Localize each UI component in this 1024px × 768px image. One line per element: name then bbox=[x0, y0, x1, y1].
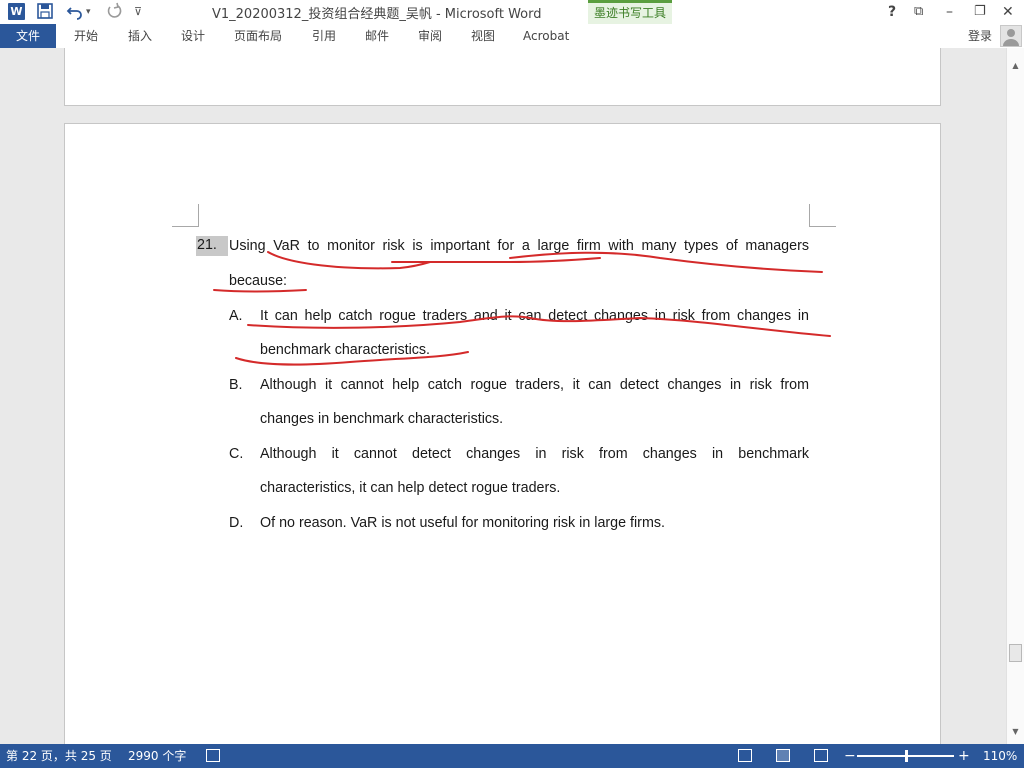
word-app-icon[interactable]: W bbox=[8, 3, 25, 20]
question-text-line: because: bbox=[229, 273, 288, 289]
tab-home[interactable]: 开始 bbox=[74, 24, 98, 48]
margin-corner-marker bbox=[809, 204, 836, 227]
ribbon-display-options-button[interactable]: ⧉ bbox=[914, 2, 923, 22]
option-text-line: changes in benchmark characteristics. bbox=[260, 411, 504, 427]
question-text-line: Using VaR to monitor risk is important f… bbox=[229, 238, 809, 254]
window-title: V1_20200312_投资组合经典题_吴帆 - Microsoft Word bbox=[212, 7, 542, 22]
option-text-line: benchmark characteristics. bbox=[260, 342, 431, 358]
option-letter: B. bbox=[229, 377, 243, 393]
vertical-scrollbar[interactable]: ▲ ▼ bbox=[1006, 48, 1024, 744]
option-text-line: characteristics, it can help detect rogu… bbox=[260, 480, 561, 496]
page-count-status[interactable]: 第 22 页，共 25 页 bbox=[6, 744, 112, 768]
minimize-button[interactable]: – bbox=[946, 2, 953, 22]
zoom-in-button[interactable]: + bbox=[958, 744, 970, 768]
close-button[interactable]: ✕ bbox=[1002, 2, 1014, 22]
save-icon[interactable] bbox=[36, 2, 54, 26]
margin-corner-marker bbox=[172, 204, 199, 227]
option-text-line: Although it cannot help catch rogue trad… bbox=[260, 377, 809, 393]
tab-acrobat[interactable]: Acrobat bbox=[523, 24, 569, 48]
option-letter: C. bbox=[229, 446, 244, 462]
option-text-line: It can help catch rogue traders and it c… bbox=[260, 308, 809, 324]
restore-button[interactable]: ❐ bbox=[974, 2, 986, 22]
ribbon-tabs: 文件 开始 插入 设计 页面布局 引用 邮件 审阅 视图 Acrobat 登录 bbox=[0, 24, 1024, 48]
option-letter: A. bbox=[229, 308, 243, 324]
avatar[interactable] bbox=[1000, 25, 1022, 47]
ink-tools-group-label: 墨迹书写工具 bbox=[588, 0, 672, 24]
previous-page bbox=[64, 48, 941, 106]
question-number: 21. bbox=[196, 236, 228, 256]
scroll-down-icon[interactable]: ▼ bbox=[1007, 724, 1024, 740]
zoom-slider-thumb[interactable] bbox=[905, 750, 908, 762]
option-text-line: Although it cannot detect changes in ris… bbox=[260, 446, 809, 462]
scrollbar-thumb[interactable] bbox=[1009, 644, 1022, 662]
undo-icon[interactable] bbox=[66, 2, 84, 26]
read-mode-icon[interactable] bbox=[738, 749, 752, 762]
web-layout-icon[interactable] bbox=[814, 749, 828, 762]
zoom-out-button[interactable]: − bbox=[844, 744, 856, 768]
tab-file[interactable]: 文件 bbox=[0, 24, 56, 48]
option-text-line: Of no reason. VaR is not useful for moni… bbox=[260, 515, 665, 531]
customize-qat-icon[interactable]: ⊽ bbox=[134, 2, 142, 22]
sign-in-link[interactable]: 登录 bbox=[968, 24, 992, 48]
tab-references[interactable]: 引用 bbox=[312, 24, 336, 48]
print-layout-icon[interactable] bbox=[776, 749, 790, 762]
tab-view[interactable]: 视图 bbox=[471, 24, 495, 48]
scroll-up-icon[interactable]: ▲ bbox=[1007, 58, 1024, 74]
status-bar: 第 22 页，共 25 页 2990 个字 − + 110% bbox=[0, 744, 1024, 768]
zoom-level[interactable]: 110% bbox=[983, 744, 1017, 768]
title-bar: W ▾ ⊽ V1_20200312_投资组合经典题_吴帆 - Microsoft… bbox=[0, 0, 1024, 24]
option-letter: D. bbox=[229, 515, 244, 531]
tab-page-layout[interactable]: 页面布局 bbox=[234, 24, 282, 48]
help-button[interactable]: ? bbox=[888, 2, 896, 22]
tab-mailings[interactable]: 邮件 bbox=[365, 24, 389, 48]
undo-dropdown-icon[interactable]: ▾ bbox=[86, 2, 91, 22]
proofing-icon[interactable] bbox=[206, 749, 220, 762]
tab-design[interactable]: 设计 bbox=[181, 24, 205, 48]
redo-icon[interactable] bbox=[106, 2, 122, 26]
word-count-status[interactable]: 2990 个字 bbox=[128, 744, 186, 768]
document-area[interactable] bbox=[0, 48, 1006, 744]
tab-insert[interactable]: 插入 bbox=[128, 24, 152, 48]
tab-review[interactable]: 审阅 bbox=[418, 24, 442, 48]
